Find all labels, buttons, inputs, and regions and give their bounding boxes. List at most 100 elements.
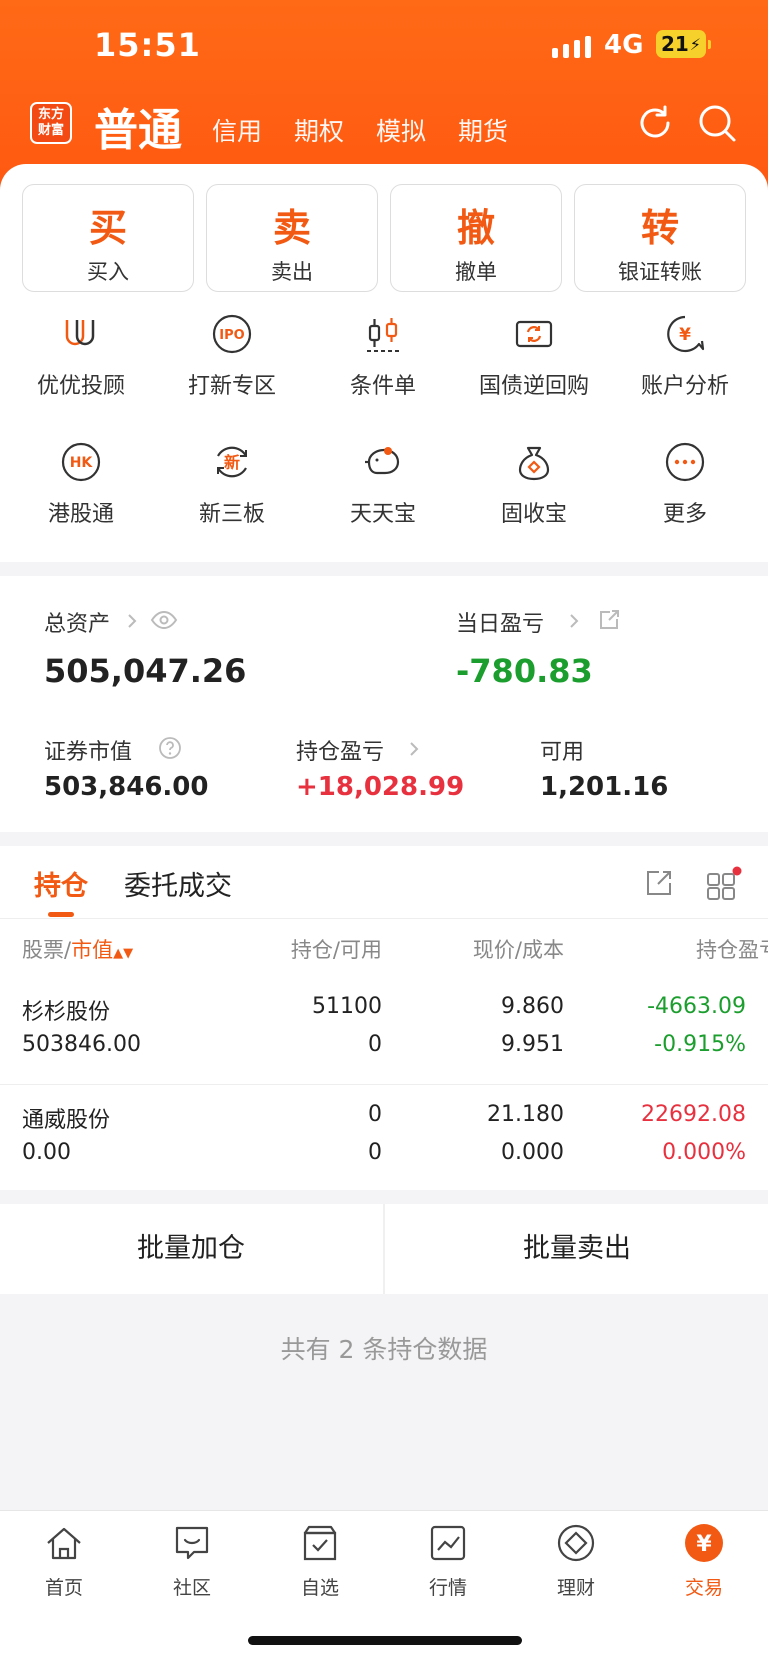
chevron-right-icon[interactable] xyxy=(126,612,138,630)
nav-trade[interactable]: ¥ 交易 xyxy=(640,1523,768,1613)
header-pl: 持仓盈亏 xyxy=(590,934,768,964)
share-link-icon[interactable] xyxy=(598,609,620,631)
grid-label: 固收宝 xyxy=(500,502,567,527)
grid-item-uu-advisor[interactable]: 优优投顾 xyxy=(6,314,156,414)
stock-name: 杉杉股份 xyxy=(22,1000,111,1025)
status-bar: 15:51 4G 21 ⚡ xyxy=(0,0,768,90)
account-type-nav: 东方财富 普通 信用 期权 模拟 期货 xyxy=(0,92,768,158)
daily-pl-value: -780.83 xyxy=(456,652,593,690)
tab-normal[interactable]: 普通 xyxy=(94,94,182,158)
divider xyxy=(0,1084,768,1085)
transfer-char: 转 xyxy=(640,206,679,250)
piggy-bank-icon xyxy=(365,447,400,475)
account-analysis-icon-text: ¥ xyxy=(679,325,691,345)
network-type: 4G xyxy=(604,30,644,60)
tab-orders-trades[interactable]: 委托成交 xyxy=(124,864,232,903)
grid-label: 账户分析 xyxy=(640,374,729,399)
grid-item-more[interactable]: 更多 xyxy=(610,442,760,542)
bond-repo-icon xyxy=(515,320,553,348)
nav-watchlist[interactable]: 自选 xyxy=(256,1523,384,1613)
cancel-char: 撤 xyxy=(456,206,495,250)
signal-icon xyxy=(552,32,591,58)
grid-item-conditional-order[interactable]: 条件单 xyxy=(308,314,458,414)
cost-price: 9.951 xyxy=(501,1032,564,1057)
grid-item-account-analysis[interactable]: ¥ 账户分析 xyxy=(610,314,760,414)
trade-icon: ¥ xyxy=(685,1524,723,1562)
stock-market-value: 503846.00 xyxy=(22,1032,141,1057)
hk-icon: HK xyxy=(61,442,101,482)
nav-community[interactable]: 社区 xyxy=(128,1523,256,1613)
grid-item-bond-repo[interactable]: 国债逆回购 xyxy=(459,314,609,414)
help-icon[interactable] xyxy=(158,736,182,760)
status-time: 15:51 xyxy=(94,26,201,64)
home-indicator xyxy=(248,1636,522,1645)
available-label: 可用 xyxy=(540,740,585,765)
grid-label: 优优投顾 xyxy=(36,374,125,399)
batch-sell-button[interactable]: 批量卖出 xyxy=(386,1204,768,1294)
nav-market[interactable]: 行情 xyxy=(384,1523,512,1613)
current-price: 21.180 xyxy=(487,1102,564,1127)
tab-positions[interactable]: 持仓 xyxy=(34,864,88,903)
stock-name: 通威股份 xyxy=(22,1108,111,1133)
header-position: 持仓/可用 xyxy=(290,938,382,962)
nav-label: 社区 xyxy=(172,1577,211,1599)
grid-item-tiantianbao[interactable]: 天天宝 xyxy=(308,442,458,542)
chevron-right-icon[interactable] xyxy=(408,740,420,758)
holdings-section: 持仓 委托成交 股票/市值▲▼ 持仓/可用 现价/成本 持仓盈亏 杉杉股份 50… xyxy=(0,846,768,1190)
bank-transfer-button[interactable]: 转 银证转账 xyxy=(574,184,746,292)
header-pl-text: 持仓盈亏 xyxy=(696,938,768,962)
batch-add-button[interactable]: 批量加仓 xyxy=(0,1204,382,1294)
battery-level: 21 xyxy=(660,32,689,56)
available-value: 1,201.16 xyxy=(540,772,669,802)
header-price: 现价/成本 xyxy=(472,938,564,962)
candlestick-icon xyxy=(367,318,399,352)
eye-icon[interactable] xyxy=(150,610,178,630)
search-icon[interactable] xyxy=(696,102,738,144)
position-pl-label[interactable]: 持仓盈亏 xyxy=(296,734,384,766)
daily-pl-label[interactable]: 当日盈亏 xyxy=(456,606,544,638)
market-value-value: 503,846.00 xyxy=(44,772,209,802)
available-qty: 0 xyxy=(368,1140,382,1165)
export-icon[interactable] xyxy=(644,868,674,898)
tab-credit[interactable]: 信用 xyxy=(212,112,262,148)
current-price: 9.860 xyxy=(501,994,564,1019)
buy-button[interactable]: 买 买入 xyxy=(22,184,194,292)
grid-label: 天天宝 xyxy=(349,502,416,527)
grid-item-hk-connect[interactable]: HK 港股通 xyxy=(6,442,156,542)
wealth-icon xyxy=(557,1524,595,1562)
grid-item-ipo[interactable]: IPO 打新专区 xyxy=(157,314,307,414)
transfer-label: 银证转账 xyxy=(618,260,702,284)
refresh-icon[interactable] xyxy=(634,102,676,144)
position-pl-pct: -0.915% xyxy=(654,1032,746,1057)
holdings-count-text: 共有 2 条持仓数据 xyxy=(280,1335,488,1364)
nav-label: 交易 xyxy=(684,1577,723,1599)
tab-simulation[interactable]: 模拟 xyxy=(376,112,426,148)
cancel-order-button[interactable]: 撤 撤单 xyxy=(390,184,562,292)
money-bag-icon xyxy=(518,446,550,481)
nav-wealth[interactable]: 理财 xyxy=(512,1523,640,1613)
tab-futures[interactable]: 期货 xyxy=(458,112,508,148)
sell-button[interactable]: 卖 卖出 xyxy=(206,184,378,292)
chevron-right-icon[interactable] xyxy=(568,612,580,630)
sort-icon: ▲▼ xyxy=(113,946,134,961)
new-board-icon-text: 新 xyxy=(224,453,240,472)
position-pl: 22692.08 xyxy=(641,1102,746,1127)
batch-actions: 批量加仓 批量卖出 xyxy=(0,1204,768,1294)
trade-icon-text: ¥ xyxy=(696,1532,712,1557)
position-pl: -4663.09 xyxy=(647,994,746,1019)
account-analysis-icon: ¥ xyxy=(667,315,705,353)
buy-label: 买入 xyxy=(87,260,129,284)
header-stock-market-value[interactable]: 股票/市值▲▼ xyxy=(22,934,133,964)
position-pl-value: +18,028.99 xyxy=(296,772,465,802)
layout-grid-icon[interactable] xyxy=(706,866,742,900)
more-icon xyxy=(665,442,705,482)
nav-home[interactable]: 首页 xyxy=(0,1523,128,1613)
position-qty: 51100 xyxy=(312,994,382,1019)
total-assets-label[interactable]: 总资产 xyxy=(44,606,110,638)
tab-options[interactable]: 期权 xyxy=(294,112,344,148)
grid-item-gushoubao[interactable]: 固收宝 xyxy=(459,442,609,542)
ipo-icon-text: IPO xyxy=(219,328,244,343)
grid-item-new-third-board[interactable]: 新 新三板 xyxy=(157,442,307,542)
nav-label: 理财 xyxy=(556,1577,595,1599)
grid-label: 打新专区 xyxy=(187,374,276,399)
